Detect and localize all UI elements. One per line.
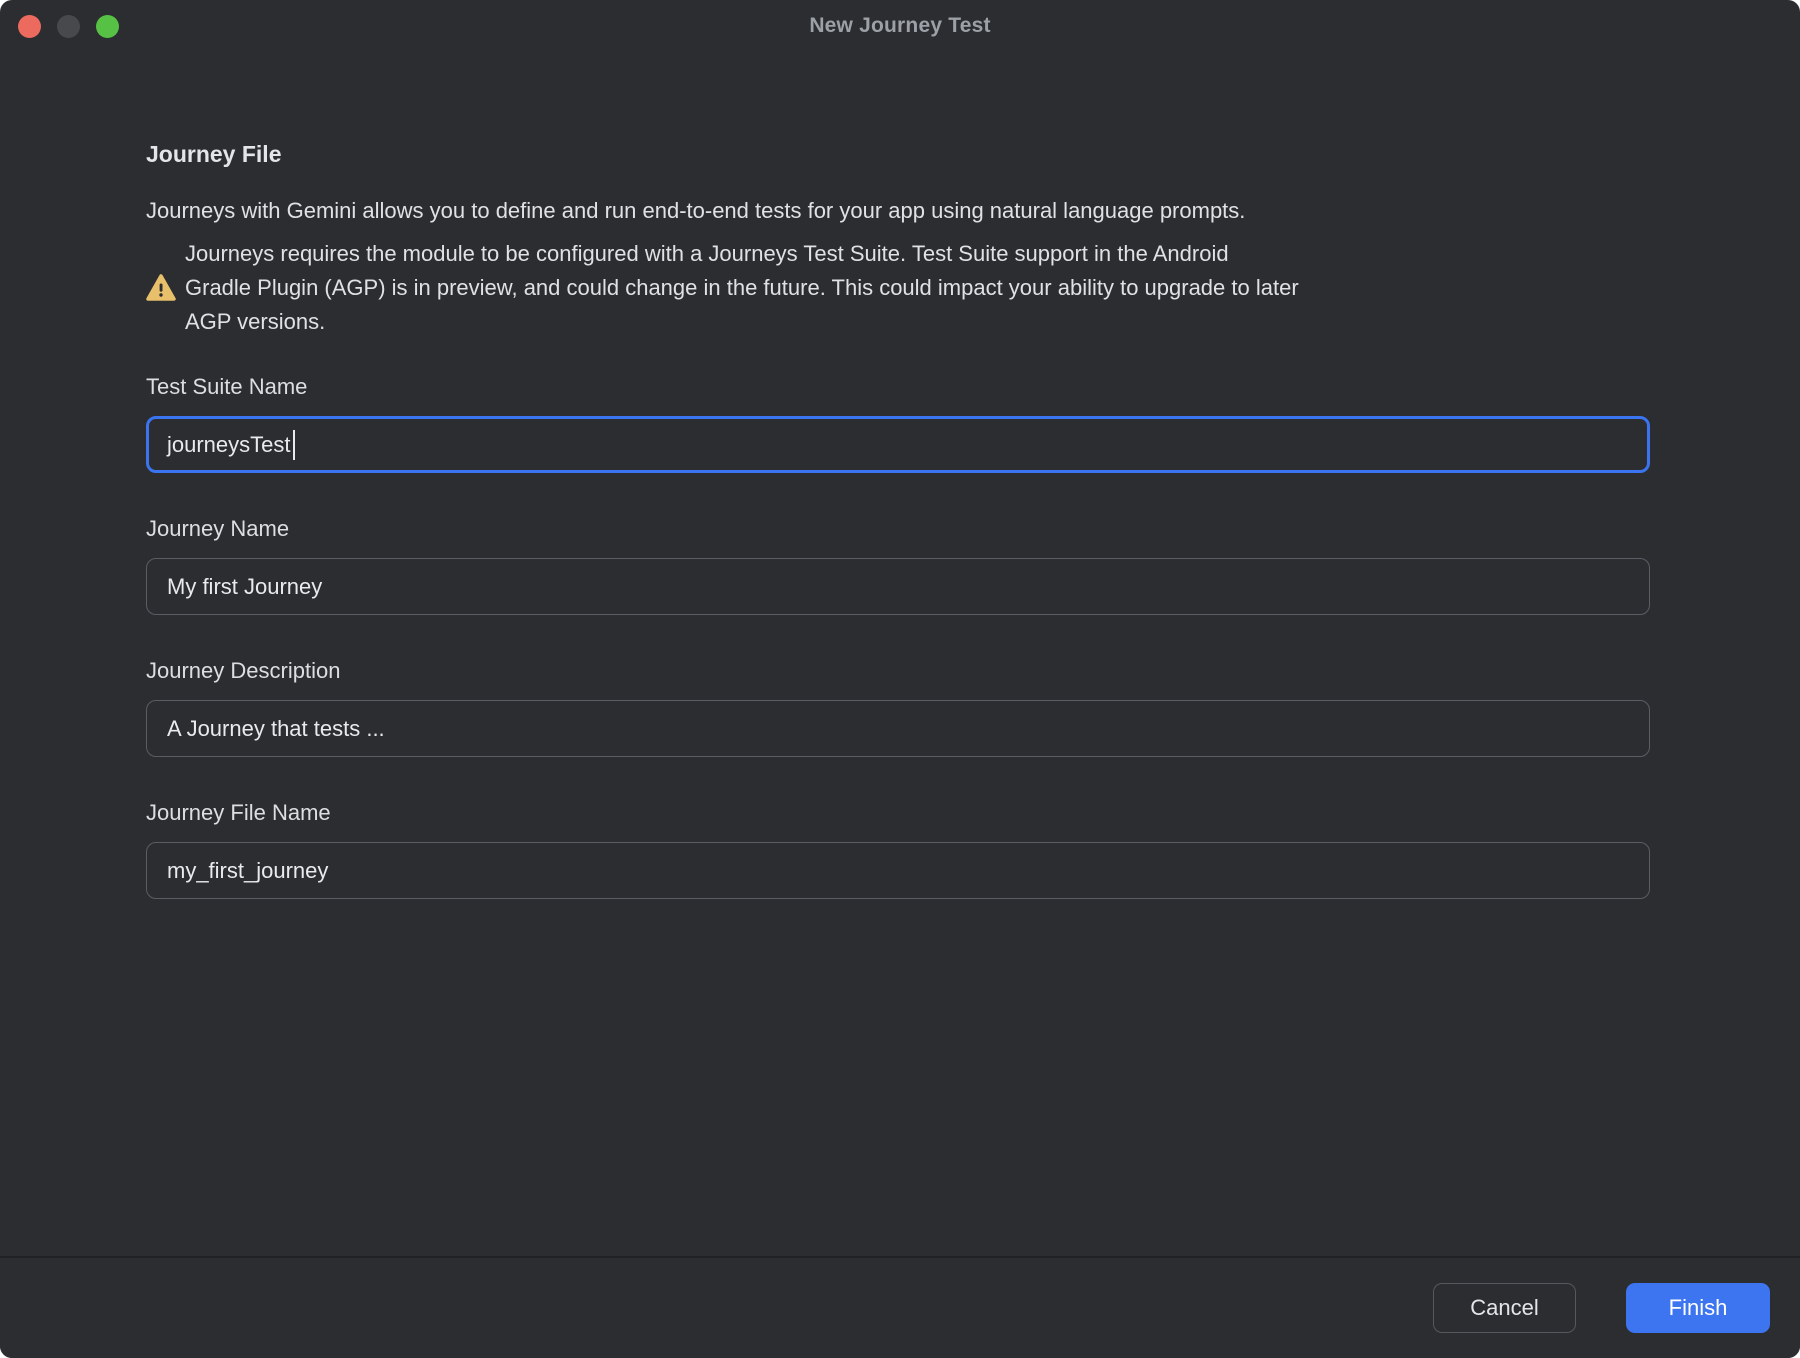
close-icon[interactable] — [18, 15, 41, 38]
test-suite-name-value: journeysTest — [167, 432, 291, 458]
finish-button[interactable]: Finish — [1626, 1283, 1770, 1333]
text-caret — [293, 430, 295, 460]
journey-description-input[interactable]: A Journey that tests ... — [146, 700, 1650, 757]
dialog-footer: Cancel Finish — [0, 1256, 1800, 1358]
agp-preview-warning: Journeys requires the module to be confi… — [146, 237, 1650, 339]
cancel-button[interactable]: Cancel — [1433, 1283, 1576, 1333]
test-suite-name-input[interactable]: journeysTest — [146, 416, 1650, 473]
journey-name-value: My first Journey — [167, 574, 322, 600]
journey-name-input[interactable]: My first Journey — [146, 558, 1650, 615]
window-title: New Journey Test — [0, 14, 1800, 38]
warning-line: Gradle Plugin (AGP) is in preview, and c… — [185, 271, 1299, 305]
window-controls — [18, 0, 119, 52]
journey-file-name-input[interactable]: my_first_journey — [146, 842, 1650, 899]
dialog-content: Journey File Journeys with Gemini allows… — [0, 140, 1800, 899]
new-journey-test-dialog: New Journey Test Journey File Journeys w… — [0, 0, 1800, 1358]
journey-description-label: Journey Description — [146, 657, 1650, 684]
journey-file-name-label: Journey File Name — [146, 799, 1650, 826]
warning-text: Journeys requires the module to be confi… — [185, 237, 1299, 339]
journey-name-label: Journey Name — [146, 515, 1650, 542]
minimize-icon — [57, 15, 80, 38]
titlebar: New Journey Test — [0, 0, 1800, 52]
page-title: Journey File — [146, 140, 1650, 168]
warning-line: Journeys requires the module to be confi… — [185, 237, 1299, 271]
warning-triangle-icon — [146, 274, 176, 302]
zoom-icon[interactable] — [96, 15, 119, 38]
journey-description-value: A Journey that tests ... — [167, 716, 385, 742]
warning-line: AGP versions. — [185, 305, 1299, 339]
journey-file-name-value: my_first_journey — [167, 858, 328, 884]
test-suite-name-label: Test Suite Name — [146, 373, 1650, 400]
intro-text: Journeys with Gemini allows you to defin… — [146, 197, 1650, 225]
